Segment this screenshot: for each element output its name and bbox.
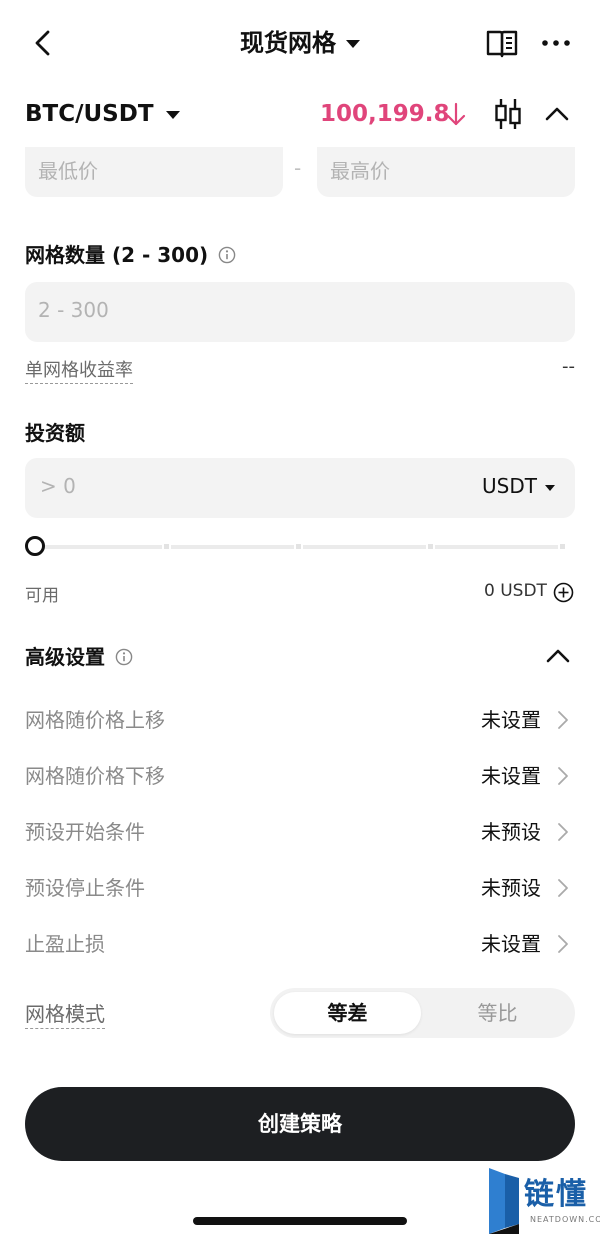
grid-count-label-row: 网格数量 (2 - 300) (25, 240, 236, 270)
book-icon (486, 30, 518, 58)
max-price-placeholder: 最高价 (330, 159, 390, 183)
investment-input[interactable]: > 0 USDT (25, 458, 575, 518)
info-icon[interactable] (115, 648, 133, 666)
setting-row-tp-sl[interactable]: 止盈止损 未设置 (25, 924, 575, 964)
per-grid-profit-label[interactable]: 单网格收益率 (25, 356, 133, 384)
setting-value: 未设置 (481, 708, 541, 732)
grid-mode-text: 网格模式 (25, 1002, 105, 1029)
slider-tick (294, 542, 303, 551)
chart-button[interactable] (493, 96, 523, 132)
plus-circle-icon (553, 582, 574, 603)
chevron-right-icon (558, 879, 568, 897)
home-indicator (193, 1217, 407, 1225)
per-grid-profit-text: 单网格收益率 (25, 360, 133, 384)
available-value: 0 USDT (484, 581, 547, 601)
grid-mode-geometric[interactable]: 等比 (424, 992, 571, 1034)
chevron-right-icon (558, 767, 568, 785)
currency-selector[interactable]: USDT (482, 474, 555, 498)
range-separator: - (294, 156, 302, 180)
watermark-logo (487, 1168, 521, 1234)
setting-row-stop-condition[interactable]: 预设停止条件 未预设 (25, 868, 575, 908)
setting-row-grid-trailing-down[interactable]: 网格随价格下移 未设置 (25, 756, 575, 796)
grid-count-input[interactable]: 2 - 300 (25, 282, 575, 342)
setting-value: 未预设 (481, 876, 541, 900)
watermark-text: 链懂 (524, 1177, 588, 1212)
chevron-right-icon (558, 823, 568, 841)
pair-symbol: BTC/USDT (25, 101, 154, 127)
setting-row-start-condition[interactable]: 预设开始条件 未预设 (25, 812, 575, 852)
setting-name: 网格随价格下移 (25, 764, 165, 788)
investment-label: 投资额 (25, 421, 85, 445)
pair-selector[interactable]: BTC/USDT (25, 96, 180, 132)
currency-label: USDT (482, 474, 537, 498)
guide-button[interactable] (484, 26, 520, 60)
setting-name: 网格随价格上移 (25, 708, 165, 732)
create-strategy-button[interactable]: 创建策略 (25, 1087, 575, 1161)
advanced-settings-header: 高级设置 (25, 642, 133, 672)
chevron-right-icon (558, 935, 568, 953)
investment-slider-thumb[interactable] (25, 536, 45, 556)
chevron-down-icon (346, 40, 360, 48)
setting-value: 未设置 (481, 932, 541, 956)
grid-count-label: 网格数量 (2 - 300) (25, 243, 209, 267)
setting-value: 未设置 (481, 764, 541, 788)
investment-placeholder: > 0 (40, 474, 76, 498)
last-price: 100,199.8 (320, 101, 450, 127)
slider-tick (162, 542, 171, 551)
more-button[interactable] (540, 30, 572, 56)
grid-mode-arithmetic[interactable]: 等差 (274, 992, 421, 1034)
available-label: 可用 (25, 586, 59, 606)
chevron-right-icon (558, 711, 568, 729)
grid-count-placeholder: 2 - 300 (38, 298, 109, 322)
setting-name: 预设停止条件 (25, 876, 145, 900)
watermark-subtext: NEATDOWN.COM (530, 1215, 600, 1224)
grid-mode-toggle[interactable]: 等差 等比 (270, 988, 575, 1038)
deposit-button[interactable] (553, 582, 574, 603)
candlestick-icon (495, 99, 521, 129)
caret-down-icon (545, 484, 555, 491)
advanced-collapse-button[interactable] (544, 644, 572, 668)
max-price-input[interactable]: 最高价 (317, 147, 575, 197)
info-icon[interactable] (218, 246, 236, 264)
collapse-button[interactable] (543, 102, 571, 126)
min-price-input[interactable]: 最低价 (25, 147, 283, 197)
chevron-up-icon (545, 107, 569, 121)
per-grid-profit-value: -- (562, 356, 575, 377)
slider-tick (426, 542, 435, 551)
setting-row-grid-trailing-up[interactable]: 网格随价格上移 未设置 (25, 700, 575, 740)
page-title-text: 现货网格 (240, 29, 336, 57)
grid-mode-label[interactable]: 网格模式 (25, 998, 105, 1029)
setting-name: 预设开始条件 (25, 820, 145, 844)
slider-tick (558, 542, 567, 551)
setting-name: 止盈止损 (25, 932, 105, 956)
setting-value: 未预设 (481, 820, 541, 844)
advanced-settings-label: 高级设置 (25, 645, 105, 669)
min-price-placeholder: 最低价 (38, 159, 98, 183)
chevron-up-icon (546, 649, 570, 663)
chevron-down-icon (165, 110, 180, 119)
down-arrow-icon (444, 98, 468, 130)
more-icon (542, 40, 570, 46)
